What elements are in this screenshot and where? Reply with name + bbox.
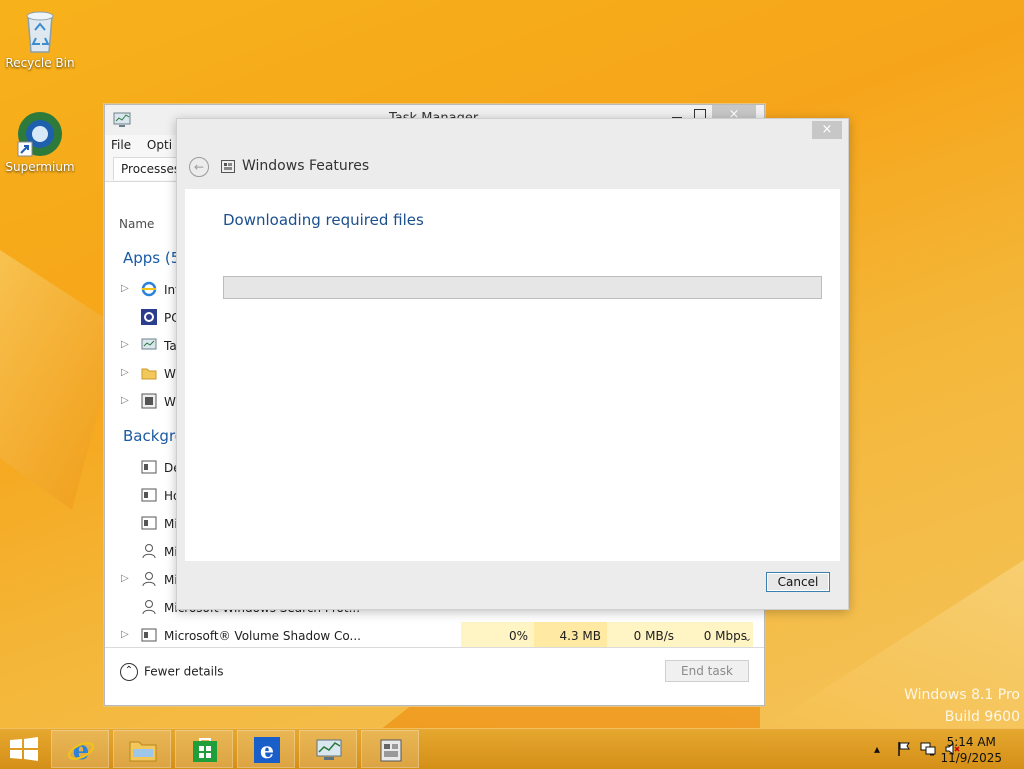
wallpaper-shape: [0, 250, 120, 510]
taskbar-button-windows-features[interactable]: [361, 730, 419, 768]
desktop-icon-supermium[interactable]: Supermium: [0, 110, 80, 174]
dialog-close-button[interactable]: ×: [812, 121, 842, 139]
internet-explorer-modern-icon: e: [254, 737, 280, 763]
back-arrow-icon[interactable]: ←: [189, 157, 209, 177]
start-button[interactable]: [8, 737, 40, 761]
status-message: Downloading required files: [223, 211, 424, 229]
task-manager-icon: [141, 338, 157, 350]
windows-features-icon: [141, 393, 157, 409]
pc-settings-icon: [141, 309, 157, 325]
chevron-up-icon: ⌃: [120, 663, 138, 681]
expand-arrow-icon[interactable]: ▷: [121, 367, 129, 378]
desktop-icon-label: Supermium: [5, 160, 75, 174]
task-manager-footer: ⌃ Fewer details End task: [105, 647, 764, 705]
watermark-build: Build 9600: [944, 709, 1020, 725]
windows-features-icon: [221, 160, 235, 173]
taskbar-button-task-manager[interactable]: [299, 730, 357, 768]
taskbar-button-internet-explorer-modern[interactable]: e: [237, 730, 295, 768]
task-manager-icon: [316, 739, 342, 760]
dialog-title: Windows Features: [242, 158, 370, 174]
show-hidden-icons-chevron-icon[interactable]: ▴: [874, 742, 880, 756]
download-progress-bar: [223, 276, 822, 299]
taskbar-button-internet-explorer[interactable]: e: [51, 730, 109, 768]
windows-features-dialog: × ← Windows Features Downloading require…: [176, 118, 849, 610]
system-clock[interactable]: 5:14 AM 11/9/2025: [940, 734, 1002, 766]
process-name: Microsoft® Volume Shadow Co...: [164, 629, 361, 643]
network-value: 0 Mbps: [703, 629, 747, 643]
menu-file[interactable]: File: [105, 135, 137, 155]
service-window-icon: [141, 516, 157, 530]
taskbar-button-store[interactable]: [175, 730, 233, 768]
user-process-icon: [142, 572, 156, 587]
scroll-down-arrow-icon[interactable]: ⌄: [744, 633, 752, 644]
clock-date: 11/9/2025: [940, 751, 1002, 765]
desktop-icon-label: Recycle Bin: [5, 56, 75, 70]
watermark-edition: Windows 8.1 Pro: [904, 687, 1020, 703]
expand-arrow-icon[interactable]: ▷: [121, 395, 129, 406]
service-window-icon: [141, 628, 157, 642]
service-window-icon: [141, 488, 157, 502]
group-background-processes: Backgro: [123, 427, 184, 445]
action-center-flag-icon[interactable]: [896, 741, 912, 757]
supermium-browser-icon: [17, 112, 62, 157]
folder-icon: [141, 368, 157, 380]
recycle-bin-icon: [26, 11, 54, 53]
task-manager-icon: [113, 112, 131, 127]
internet-explorer-icon: e: [67, 737, 95, 763]
expand-arrow-icon[interactable]: ▷: [121, 283, 129, 294]
menu-options[interactable]: Opti: [141, 135, 178, 155]
expand-arrow-icon[interactable]: ▷: [121, 573, 129, 584]
folder-icon: [129, 741, 157, 762]
memory-value: 4.3 MB: [559, 629, 601, 643]
desktop-icon-recycle-bin[interactable]: Recycle Bin: [0, 6, 80, 70]
cpu-value: 0%: [508, 629, 528, 643]
user-process-icon: [142, 544, 156, 559]
fewer-details-label: Fewer details: [144, 664, 224, 679]
store-icon: [193, 738, 217, 762]
taskbar: e e ▴ 5:14 AM 11/9/2025: [0, 728, 1024, 769]
row-metrics: 0% 4.3 MB 0 MB/s 0 Mbps: [461, 622, 761, 650]
expand-arrow-icon[interactable]: ▷: [121, 339, 129, 350]
disk-value: 0 MB/s: [633, 629, 674, 643]
clock-time: 5:14 AM: [946, 735, 996, 749]
table-row[interactable]: ▷ Microsoft® Volume Shadow Co... 0% 4.3 …: [119, 622, 753, 650]
network-icon[interactable]: [920, 741, 936, 757]
internet-explorer-icon: [141, 281, 157, 297]
windows-features-icon: [380, 739, 402, 762]
cancel-button[interactable]: Cancel: [766, 572, 830, 592]
column-header-name[interactable]: Name: [119, 217, 154, 231]
expand-arrow-icon[interactable]: ▷: [121, 629, 129, 640]
end-task-button[interactable]: End task: [665, 660, 749, 682]
dialog-content: Downloading required files: [185, 189, 840, 561]
group-apps: Apps (5: [123, 249, 181, 267]
user-process-icon: [142, 600, 156, 615]
taskbar-button-file-explorer[interactable]: [113, 730, 171, 768]
service-window-icon: [141, 460, 157, 474]
fewer-details-toggle[interactable]: ⌃ Fewer details: [120, 663, 224, 681]
system-tray: ▴ 5:14 AM 11/9/2025: [824, 729, 1024, 769]
os-watermark: Windows 8.1 Pro Build 9600: [904, 684, 1020, 728]
svg-text:e: e: [260, 738, 274, 763]
process-name: Ta: [164, 339, 177, 353]
